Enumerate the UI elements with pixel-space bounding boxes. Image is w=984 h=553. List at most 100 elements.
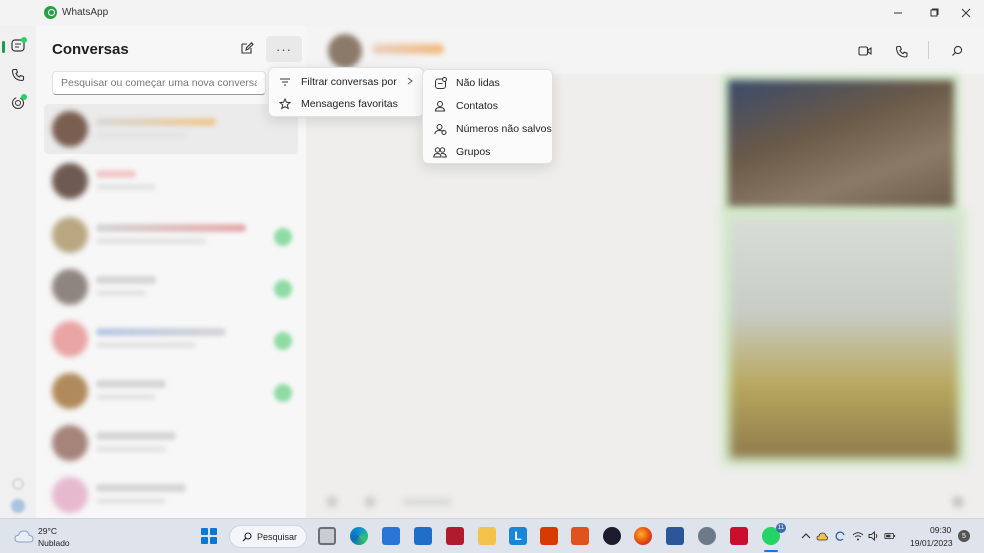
settings-gear-icon[interactable] — [698, 527, 716, 545]
notification-badge[interactable]: 5 — [958, 530, 970, 542]
app-l-icon[interactable]: L — [509, 527, 527, 545]
office-icon[interactable] — [540, 527, 558, 545]
list-item[interactable] — [44, 262, 298, 312]
clock-time[interactable]: 09:30 — [930, 525, 951, 535]
chat-preview-blur — [96, 238, 206, 244]
video-call-button[interactable] — [856, 42, 874, 60]
menu-item-label: Números não salvos — [456, 123, 552, 135]
clock-date[interactable]: 19/01/2023 — [910, 538, 953, 548]
compose-icon — [241, 42, 254, 54]
page-title: Conversas — [52, 41, 129, 58]
menu-item-label: Mensagens favoritas — [301, 98, 398, 110]
contact-icon — [432, 98, 448, 114]
filter-contacts-menu-item[interactable]: Contatos — [423, 95, 552, 117]
filter-groups-menu-item[interactable]: Grupos — [423, 141, 552, 163]
divider — [928, 41, 929, 59]
wifi-icon[interactable] — [852, 530, 864, 542]
mcafee-icon[interactable] — [446, 527, 464, 545]
search-icon — [952, 45, 963, 56]
list-item[interactable] — [44, 366, 298, 416]
maximize-button[interactable] — [924, 4, 944, 22]
chat-name-blur — [96, 224, 246, 232]
microsoft-store-icon[interactable] — [382, 527, 400, 545]
contact-name-blur[interactable] — [372, 44, 444, 54]
new-chat-button[interactable] — [238, 39, 256, 57]
chat-preview-blur — [96, 498, 166, 504]
filter-unsaved-numbers-menu-item[interactable]: Números não salvos — [423, 118, 552, 140]
weather-description[interactable]: Nublado — [38, 538, 70, 548]
rail-chats-button[interactable] — [8, 36, 28, 56]
taskbar: 29°C Nublado Pesquisar L 11 09:30 19/01/… — [0, 518, 984, 553]
avatar[interactable] — [328, 34, 362, 68]
avatar — [52, 269, 88, 305]
chat-preview-blur — [96, 394, 156, 400]
menu-item-label: Contatos — [456, 100, 499, 112]
firefox-icon[interactable] — [634, 527, 652, 545]
navigation-rail — [0, 26, 36, 518]
unread-badge — [274, 384, 292, 402]
avatar — [52, 111, 88, 147]
menu-item-label: Não lidas — [456, 77, 500, 89]
chevron-up-icon[interactable] — [800, 530, 812, 542]
avatar — [52, 217, 88, 253]
list-item[interactable] — [44, 314, 298, 364]
starred-messages-menu-item[interactable]: Mensagens favoritas — [269, 93, 423, 115]
word-icon[interactable] — [666, 527, 684, 545]
file-explorer-icon[interactable] — [478, 527, 496, 545]
chat-preview-blur — [96, 184, 156, 190]
rail-settings-button[interactable] — [8, 474, 28, 494]
list-item[interactable] — [44, 470, 298, 520]
window-title: WhatsApp — [62, 7, 109, 18]
message-composer-blur[interactable] — [322, 488, 964, 514]
unread-badge — [274, 228, 292, 246]
video-camera-icon — [858, 46, 872, 56]
mail-icon[interactable] — [414, 527, 432, 545]
chat-preview-blur — [96, 446, 166, 452]
active-app-indicator — [764, 550, 778, 552]
maximize-icon — [930, 8, 939, 17]
filter-unread-menu-item[interactable]: Não lidas — [423, 72, 552, 94]
taskbar-search[interactable]: Pesquisar — [229, 525, 307, 548]
weather-temperature[interactable]: 29°C — [38, 526, 57, 536]
minimize-button[interactable] — [888, 4, 908, 22]
more-options-button[interactable]: ··· — [266, 36, 302, 62]
search-input[interactable] — [52, 71, 266, 95]
chat-preview-blur — [96, 290, 146, 296]
voice-call-button[interactable] — [892, 42, 910, 60]
edge-browser-icon[interactable] — [350, 527, 368, 545]
list-item[interactable] — [44, 418, 298, 468]
speaker-icon[interactable] — [868, 530, 880, 542]
close-button[interactable] — [956, 4, 976, 22]
cloud-sync-icon[interactable] — [816, 530, 828, 542]
media-app-icon[interactable] — [603, 527, 621, 545]
close-icon — [961, 8, 971, 18]
unread-dot — [21, 37, 27, 43]
phone-icon — [11, 68, 25, 82]
task-view-icon[interactable] — [318, 527, 336, 545]
start-button[interactable] — [201, 528, 217, 544]
rail-calls-button[interactable] — [8, 65, 28, 85]
search-messages-button[interactable] — [948, 42, 966, 60]
rail-profile-avatar[interactable] — [8, 496, 28, 516]
list-item[interactable] — [44, 104, 298, 154]
avatar — [11, 499, 25, 513]
chat-name-blur — [96, 118, 216, 126]
status-dot — [21, 94, 27, 100]
avatar — [52, 477, 88, 513]
active-indicator — [2, 41, 5, 53]
whatsapp-unread-badge: 11 — [776, 523, 786, 533]
list-item[interactable] — [44, 156, 298, 206]
cloud-icon[interactable] — [14, 529, 34, 543]
refresh-sync-icon[interactable] — [834, 530, 846, 542]
rail-status-button[interactable] — [8, 93, 28, 113]
filter-chats-menu-item[interactable]: Filtrar conversas por — [269, 71, 423, 93]
image-message[interactable] — [722, 74, 960, 214]
office-apps-icon[interactable] — [571, 527, 589, 545]
filter-submenu: Não lidas Contatos Números não salvos Gr… — [422, 69, 553, 164]
list-item[interactable] — [44, 210, 298, 260]
acrobat-icon[interactable] — [730, 527, 748, 545]
battery-icon[interactable] — [884, 530, 896, 542]
image-message[interactable] — [722, 210, 966, 466]
menu-item-label: Filtrar conversas por — [301, 76, 397, 88]
chat-name-blur — [96, 170, 136, 178]
